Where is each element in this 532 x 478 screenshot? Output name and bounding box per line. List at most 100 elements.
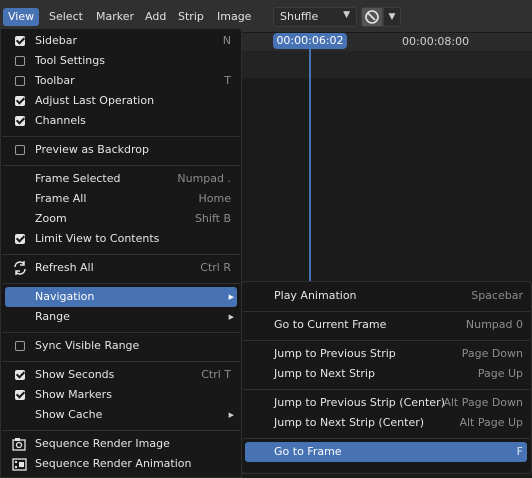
menu-item-label: Navigation (35, 290, 95, 303)
menu-item-shortcut: Numpad . (177, 172, 231, 185)
checkbox-checked (15, 390, 25, 400)
chevron-down-icon: ▼ (388, 12, 396, 22)
menu-item-toolbar[interactable]: Toolbar T (5, 71, 237, 91)
checkbox-checked (15, 234, 25, 244)
menu-item-show-markers[interactable]: Show Markers (5, 385, 237, 405)
menu-item-label: Go to Current Frame (274, 318, 387, 331)
menu-item-shortcut: F (516, 445, 523, 458)
playhead-line[interactable] (309, 49, 311, 289)
menu-item-shortcut: Ctrl R (200, 261, 231, 274)
checkbox-checked (15, 36, 25, 46)
menu-item-label: Show Seconds (35, 368, 115, 381)
current-frame-indicator[interactable]: 00:00:06:02 (273, 33, 347, 49)
menu-item-label: Range (35, 310, 70, 323)
menu-item-shortcut: Ctrl T (201, 368, 231, 381)
menu-item-tool-settings[interactable]: Tool Settings (5, 51, 237, 71)
menu-separator (2, 332, 240, 333)
checkbox-unchecked (15, 145, 25, 155)
menu-item-go-to-current-frame[interactable]: Go to Current Frame Numpad 0 (245, 315, 527, 335)
checkbox-unchecked (15, 341, 25, 351)
render-still-icon (12, 438, 26, 451)
menu-item-sequence-render-animation[interactable]: Sequence Render Animation (5, 454, 237, 474)
menu-item-label: Sequence Render Image (35, 437, 170, 450)
submenu-arrow-icon: ▶ (228, 411, 234, 419)
menu-item-shortcut: Shift B (194, 212, 231, 225)
snap-toggle-button[interactable] (361, 7, 383, 27)
menu-item-label: Limit View to Contents (35, 232, 160, 245)
menu-item-shortcut: Spacebar (471, 289, 523, 302)
menu-select[interactable]: Select (44, 8, 88, 26)
menu-item-limit-view-to-contents[interactable]: Limit View to Contents (5, 229, 237, 249)
menu-item-frame-selected[interactable]: Frame Selected Numpad . (5, 169, 237, 189)
menu-item-range[interactable]: Range ▶ (5, 307, 237, 327)
menu-separator (2, 165, 240, 166)
menu-item-shortcut: Page Down (461, 347, 523, 360)
menu-item-play-animation[interactable]: Play Animation Spacebar (245, 286, 527, 306)
checkbox-checked (15, 96, 25, 106)
menu-item-preview-as-backdrop[interactable]: Preview as Backdrop (5, 140, 237, 160)
snap-options-dropdown[interactable]: ▼ (383, 7, 401, 27)
checkbox-unchecked (15, 56, 25, 66)
menu-item-shortcut: Page Up (477, 367, 523, 380)
menu-strip[interactable]: Strip (173, 8, 209, 26)
menu-item-refresh-all[interactable]: Refresh All Ctrl R (5, 258, 237, 278)
menu-item-shortcut: Alt Page Down (443, 396, 523, 409)
menu-separator (2, 430, 240, 431)
menu-item-frame-all[interactable]: Frame All Home (5, 189, 237, 209)
menu-separator (243, 340, 530, 341)
menu-item-label: Channels (35, 114, 86, 127)
menu-item-sidebar[interactable]: Sidebar N (5, 31, 237, 51)
menu-view[interactable]: View (3, 8, 40, 26)
chevron-down-icon: ▼ (343, 10, 350, 20)
menu-item-label: Zoom (35, 212, 67, 225)
menu-item-label: Play Animation (274, 289, 357, 302)
menu-item-navigation[interactable]: Navigation ▶ (5, 287, 237, 307)
menu-item-jump-to-previous-strip-center[interactable]: Jump to Previous Strip (Center) Alt Page… (245, 393, 527, 413)
menu-item-label: Sequence Render Animation (35, 457, 192, 470)
menu-add[interactable]: Add (140, 8, 171, 26)
menu-item-show-seconds[interactable]: Show Seconds Ctrl T (5, 365, 237, 385)
menu-item-label: Toolbar (35, 74, 75, 87)
menu-item-label: Jump to Previous Strip (Center) (274, 396, 445, 409)
magnet-icon (365, 10, 379, 24)
checkbox-unchecked (15, 76, 25, 86)
menu-item-label: Jump to Next Strip (274, 367, 375, 380)
menu-item-shortcut: Numpad 0 (465, 318, 523, 331)
menu-separator (243, 311, 530, 312)
menu-image[interactable]: Image (212, 8, 256, 26)
menu-item-label: Go to Frame (274, 445, 342, 458)
menu-item-label: Preview as Backdrop (35, 143, 149, 156)
menu-item-label: Frame Selected (35, 172, 121, 185)
menu-item-jump-to-previous-strip[interactable]: Jump to Previous Strip Page Down (245, 344, 527, 364)
menu-item-label: Show Cache (35, 408, 103, 421)
menu-item-shortcut: T (224, 74, 231, 87)
menu-item-label: Jump to Next Strip (Center) (274, 416, 425, 429)
menu-item-show-cache[interactable]: Show Cache ▶ (5, 405, 237, 425)
menu-item-sync-visible-range[interactable]: Sync Visible Range (5, 336, 237, 356)
menu-item-sequence-render-image[interactable]: Sequence Render Image (5, 434, 237, 454)
menu-item-go-to-frame[interactable]: Go to Frame F (245, 442, 527, 462)
checkbox-checked (15, 116, 25, 126)
menu-item-label: Sidebar (35, 34, 78, 47)
menu-item-label: Sync Visible Range (35, 339, 140, 352)
menu-marker[interactable]: Marker (91, 8, 139, 26)
menu-item-zoom[interactable]: Zoom Shift B (5, 209, 237, 229)
navigation-submenu: Play Animation Spacebar Go to Current Fr… (241, 281, 532, 474)
menu-item-label: Refresh All (35, 261, 94, 274)
menu-item-shortcut: N (222, 34, 231, 47)
menu-separator (2, 254, 240, 255)
menu-separator (243, 389, 530, 390)
menu-item-label: Show Markers (35, 388, 112, 401)
menu-item-adjust-last-operation[interactable]: Adjust Last Operation (5, 91, 237, 111)
menu-separator (243, 438, 530, 439)
menu-item-label: Jump to Previous Strip (274, 347, 396, 360)
menu-item-jump-to-next-strip[interactable]: Jump to Next Strip Page Up (245, 364, 527, 384)
menu-item-shortcut: Home (198, 192, 231, 205)
overlap-mode-dropdown[interactable]: Shuffle ▼ (273, 7, 357, 27)
menu-item-channels[interactable]: Channels (5, 111, 237, 131)
menu-separator (2, 283, 240, 284)
menu-item-jump-to-next-strip-center[interactable]: Jump to Next Strip (Center) Alt Page Up (245, 413, 527, 433)
checkbox-checked (15, 370, 25, 380)
refresh-icon (14, 261, 26, 275)
menu-item-shortcut: Alt Page Up (459, 416, 523, 429)
